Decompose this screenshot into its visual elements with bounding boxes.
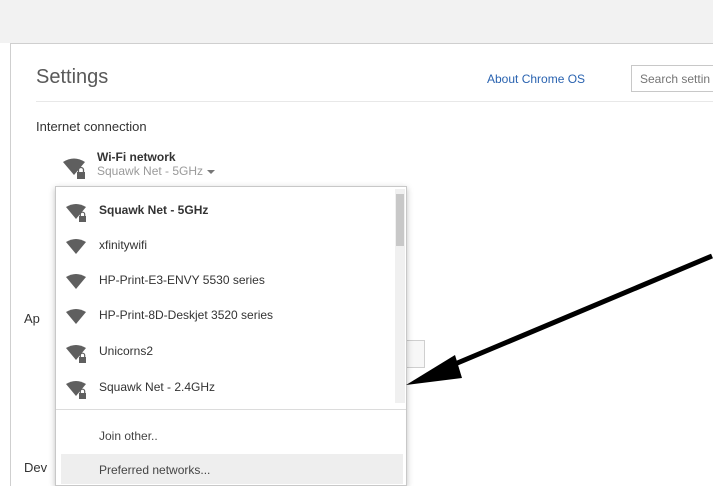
arrow-icon [406, 253, 713, 385]
